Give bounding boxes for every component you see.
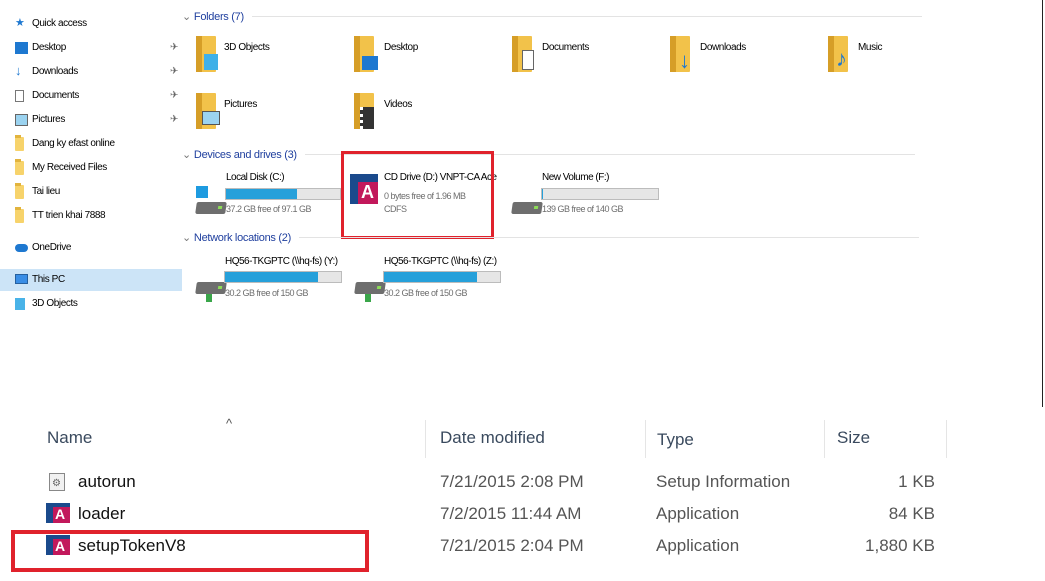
divider bbox=[298, 237, 919, 238]
column-separator[interactable] bbox=[946, 420, 947, 458]
column-separator[interactable] bbox=[425, 420, 426, 458]
folder-tile-documents[interactable]: Documents bbox=[512, 36, 652, 82]
desktop-icon bbox=[15, 42, 28, 54]
sort-ascending-icon[interactable]: ^ bbox=[226, 416, 232, 431]
pictures-icon bbox=[15, 114, 28, 126]
hard-drive-icon bbox=[511, 202, 543, 214]
network-drive-tile-y[interactable]: HQ56-TKGPTC (\\hq-fs) (Y:) 30.2 GB free … bbox=[192, 254, 344, 302]
folder-icon bbox=[15, 135, 24, 151]
network-drive-tile-z[interactable]: HQ56-TKGPTC (\\hq-fs) (Z:) 30.2 GB free … bbox=[351, 254, 503, 302]
folder-tile-desktop[interactable]: Desktop bbox=[354, 36, 494, 82]
group-header-devices[interactable]: ⌄ Devices and drives (3) bbox=[182, 148, 915, 161]
column-separator[interactable] bbox=[645, 420, 646, 458]
documents-icon bbox=[522, 50, 534, 70]
highlight-box-cd-drive bbox=[341, 151, 494, 239]
pin-icon: ✈ bbox=[170, 42, 178, 53]
settings-file-icon: ⚙ bbox=[49, 473, 65, 491]
chevron-down-icon: ⌄ bbox=[182, 149, 191, 161]
divider bbox=[251, 16, 922, 17]
file-row-autorun[interactable]: ⚙ autorun 7/21/2015 2:08 PM Setup Inform… bbox=[0, 468, 960, 498]
vnpt-ca-app-icon: A bbox=[46, 503, 70, 523]
pictures-icon bbox=[202, 111, 220, 125]
cloud-icon bbox=[15, 244, 28, 252]
windows-logo-icon bbox=[196, 186, 208, 198]
nav-item-3d-objects[interactable]: 3D Objects bbox=[15, 293, 190, 315]
highlight-box-setuptokenv8 bbox=[11, 530, 369, 572]
computer-icon bbox=[15, 274, 28, 284]
chevron-down-icon: ⌄ bbox=[182, 11, 191, 23]
pin-icon: ✈ bbox=[170, 114, 178, 125]
drive-usage-bar bbox=[225, 188, 341, 200]
nav-item-downloads[interactable]: ↓ Downloads ✈ bbox=[15, 61, 190, 83]
file-row-loader[interactable]: A loader 7/2/2015 11:44 AM Application 8… bbox=[0, 500, 960, 530]
drive-usage-bar bbox=[224, 271, 342, 283]
file-explorer-window: ★ Quick access Desktop ✈ ↓ Downloads ✈ D… bbox=[0, 0, 1045, 407]
download-arrow-icon: ↓ bbox=[679, 48, 690, 73]
folder-tile-pictures[interactable]: Pictures bbox=[196, 93, 336, 139]
folder-icon bbox=[15, 159, 24, 175]
group-header-network[interactable]: ⌄ Network locations (2) bbox=[182, 231, 919, 244]
nav-item-folder[interactable]: Dang ky efast online bbox=[15, 133, 190, 155]
column-header-date-modified[interactable]: Date modified bbox=[440, 428, 545, 448]
network-drive-icon bbox=[354, 282, 386, 294]
network-cable-icon bbox=[365, 294, 371, 302]
pin-icon: ✈ bbox=[170, 90, 178, 101]
nav-quick-access[interactable]: ★ Quick access bbox=[15, 13, 190, 35]
network-drive-icon bbox=[195, 282, 227, 294]
film-strip-icon bbox=[360, 107, 374, 129]
nav-item-documents[interactable]: Documents ✈ bbox=[15, 85, 190, 107]
nav-item-onedrive[interactable]: OneDrive bbox=[15, 237, 190, 259]
drive-usage-fill bbox=[225, 272, 318, 282]
group-header-folders[interactable]: ⌄ Folders (7) bbox=[182, 10, 922, 23]
folder-tile-3d-objects[interactable]: 3D Objects bbox=[196, 36, 336, 82]
folder-tile-music[interactable]: ♪ Music bbox=[828, 36, 968, 82]
star-icon: ★ bbox=[15, 17, 25, 29]
nav-item-this-pc[interactable]: This PC bbox=[0, 269, 182, 291]
folder-tile-videos[interactable]: Videos bbox=[354, 93, 494, 139]
drive-usage-bar bbox=[541, 188, 659, 200]
music-note-icon: ♪ bbox=[836, 46, 847, 71]
drive-usage-fill bbox=[542, 189, 544, 199]
window-border bbox=[1042, 0, 1043, 407]
drive-tile-c[interactable]: Local Disk (C:) 37.2 GB free of 97.1 GB bbox=[192, 170, 342, 218]
drive-usage-fill bbox=[226, 189, 297, 199]
cube-icon bbox=[204, 54, 218, 70]
download-arrow-icon: ↓ bbox=[15, 63, 22, 78]
column-header-size[interactable]: Size bbox=[837, 428, 870, 448]
column-separator[interactable] bbox=[824, 420, 825, 458]
desktop-icon bbox=[362, 56, 378, 70]
nav-item-folder[interactable]: Tai lieu bbox=[15, 181, 190, 203]
folder-icon bbox=[15, 183, 24, 199]
drive-usage-fill bbox=[384, 272, 477, 282]
documents-icon bbox=[15, 90, 24, 102]
drive-usage-bar bbox=[383, 271, 501, 283]
nav-item-folder[interactable]: My Received Files bbox=[15, 157, 190, 179]
folder-icon bbox=[15, 207, 24, 223]
cube-icon bbox=[15, 298, 25, 310]
chevron-down-icon: ⌄ bbox=[182, 232, 191, 244]
nav-item-folder[interactable]: TT trien khai 7888 bbox=[15, 205, 190, 227]
hard-drive-icon bbox=[195, 202, 227, 214]
nav-item-desktop[interactable]: Desktop ✈ bbox=[15, 37, 190, 59]
drive-tile-f[interactable]: New Volume (F:) 139 GB free of 140 GB bbox=[508, 170, 660, 218]
folder-tile-downloads[interactable]: ↓ Downloads bbox=[670, 36, 810, 82]
column-header-type[interactable]: Type bbox=[657, 430, 694, 450]
nav-item-pictures[interactable]: Pictures ✈ bbox=[15, 109, 190, 131]
column-header-name[interactable]: Name bbox=[47, 428, 92, 448]
network-cable-icon bbox=[206, 294, 212, 302]
pin-icon: ✈ bbox=[170, 66, 178, 77]
